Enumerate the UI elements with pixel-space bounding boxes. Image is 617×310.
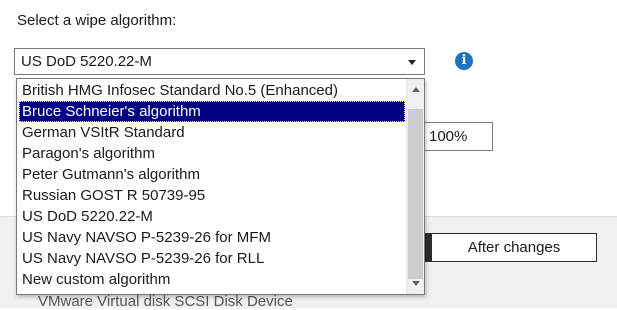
algorithm-option[interactable]: US Navy NAVSO P-5239-26 for RLL <box>19 248 405 269</box>
algorithm-option[interactable]: US Navy NAVSO P-5239-26 for MFM <box>19 227 405 248</box>
selected-algorithm-value: US DoD 5220.22-M <box>21 53 152 70</box>
algorithm-option[interactable]: US DoD 5220.22-M <box>19 206 405 227</box>
chevron-down-icon[interactable] <box>408 60 416 65</box>
algorithm-option[interactable]: Paragon's algorithm <box>19 143 405 164</box>
after-changes-tab[interactable]: After changes <box>431 233 597 262</box>
algorithm-option[interactable]: German VSItR Standard <box>19 122 405 143</box>
wipe-algorithm-label: Select a wipe algorithm: <box>17 12 177 29</box>
scroll-thumb[interactable] <box>408 109 423 279</box>
wipe-algorithm-select[interactable]: US DoD 5220.22-M <box>14 48 425 75</box>
device-name: VMware Virtual disk SCSI Disk Device <box>38 293 293 310</box>
scroll-up-icon[interactable] <box>412 87 420 92</box>
algorithm-option[interactable]: Russian GOST R 50739-95 <box>19 185 405 206</box>
scroll-down-icon[interactable] <box>412 281 420 286</box>
percent-field[interactable]: 100% <box>416 122 493 151</box>
percent-value: 100% <box>429 128 468 145</box>
wipe-settings-panel: Select a wipe algorithm: US DoD 5220.22-… <box>0 0 617 310</box>
algorithm-dropdown-list[interactable]: British HMG Infosec Standard No.5 (Enhan… <box>16 78 425 295</box>
algorithm-option[interactable]: British HMG Infosec Standard No.5 (Enhan… <box>19 80 405 101</box>
algorithm-option-highlighted[interactable]: Bruce Schneier's algorithm <box>19 101 405 122</box>
dropdown-scrollbar[interactable] <box>406 79 424 294</box>
algorithm-option[interactable]: New custom algorithm <box>19 269 405 290</box>
algorithm-option[interactable]: Peter Gutmann's algorithm <box>19 164 405 185</box>
info-icon[interactable]: i <box>455 52 473 70</box>
